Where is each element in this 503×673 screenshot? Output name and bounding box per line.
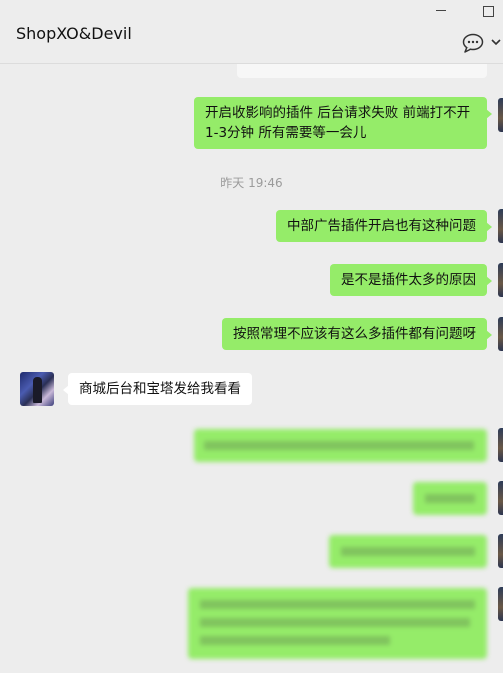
- avatar-figure: [33, 377, 42, 403]
- blurred-message-bubble: [188, 588, 487, 659]
- blurred-text-line: [200, 636, 390, 645]
- avatar-self[interactable]: [498, 428, 503, 462]
- blurred-message-bubble: [413, 482, 487, 515]
- message-bubble-self: 是不是插件太多的原因: [330, 264, 492, 296]
- avatar-self[interactable]: [498, 263, 503, 297]
- minimize-icon[interactable]: [436, 10, 446, 11]
- message-bubble-contact: 商城后台和宝塔发给我看看: [63, 373, 252, 405]
- blurred-text-line: [341, 547, 475, 556]
- chat-bubble-more-icon[interactable]: [462, 33, 484, 53]
- message-timestamp: 昨天 19:46: [220, 176, 283, 190]
- message-bubble-partial: [237, 64, 487, 78]
- avatar-self[interactable]: [498, 481, 503, 515]
- message-bubble-self: 开启收影响的插件 后台请求失败 前端打不开1-3分钟 所有需要等一会儿: [194, 97, 492, 149]
- chevron-down-icon[interactable]: [490, 36, 502, 48]
- blurred-message-bubble: [329, 535, 487, 568]
- title-bar: ShopXO&Devil: [0, 0, 503, 64]
- chat-title: ShopXO&Devil: [16, 24, 132, 43]
- avatar-self[interactable]: [498, 317, 503, 351]
- maximize-icon[interactable]: [483, 6, 494, 17]
- blurred-text-line: [204, 441, 474, 450]
- chat-window: ShopXO&Devil 开启收影响的插件 后台请求失败 前端打不开1-3分钟 …: [0, 0, 503, 673]
- avatar-self[interactable]: [498, 209, 503, 243]
- blurred-text-line: [425, 494, 475, 503]
- blurred-text-line: [200, 600, 475, 609]
- blurred-message-bubble: [194, 429, 487, 462]
- avatar-self[interactable]: [498, 587, 503, 621]
- message-bubble-self: 中部广告插件开启也有这种问题: [276, 210, 492, 242]
- message-bubble-self: 按照常理不应该有这么多插件都有问题呀: [222, 318, 492, 350]
- blurred-text-line: [200, 618, 470, 627]
- avatar-contact[interactable]: [20, 372, 54, 406]
- avatar-self[interactable]: [498, 98, 503, 132]
- avatar-self[interactable]: [498, 534, 503, 568]
- message-list[interactable]: 开启收影响的插件 后台请求失败 前端打不开1-3分钟 所有需要等一会儿 昨天 1…: [0, 64, 503, 673]
